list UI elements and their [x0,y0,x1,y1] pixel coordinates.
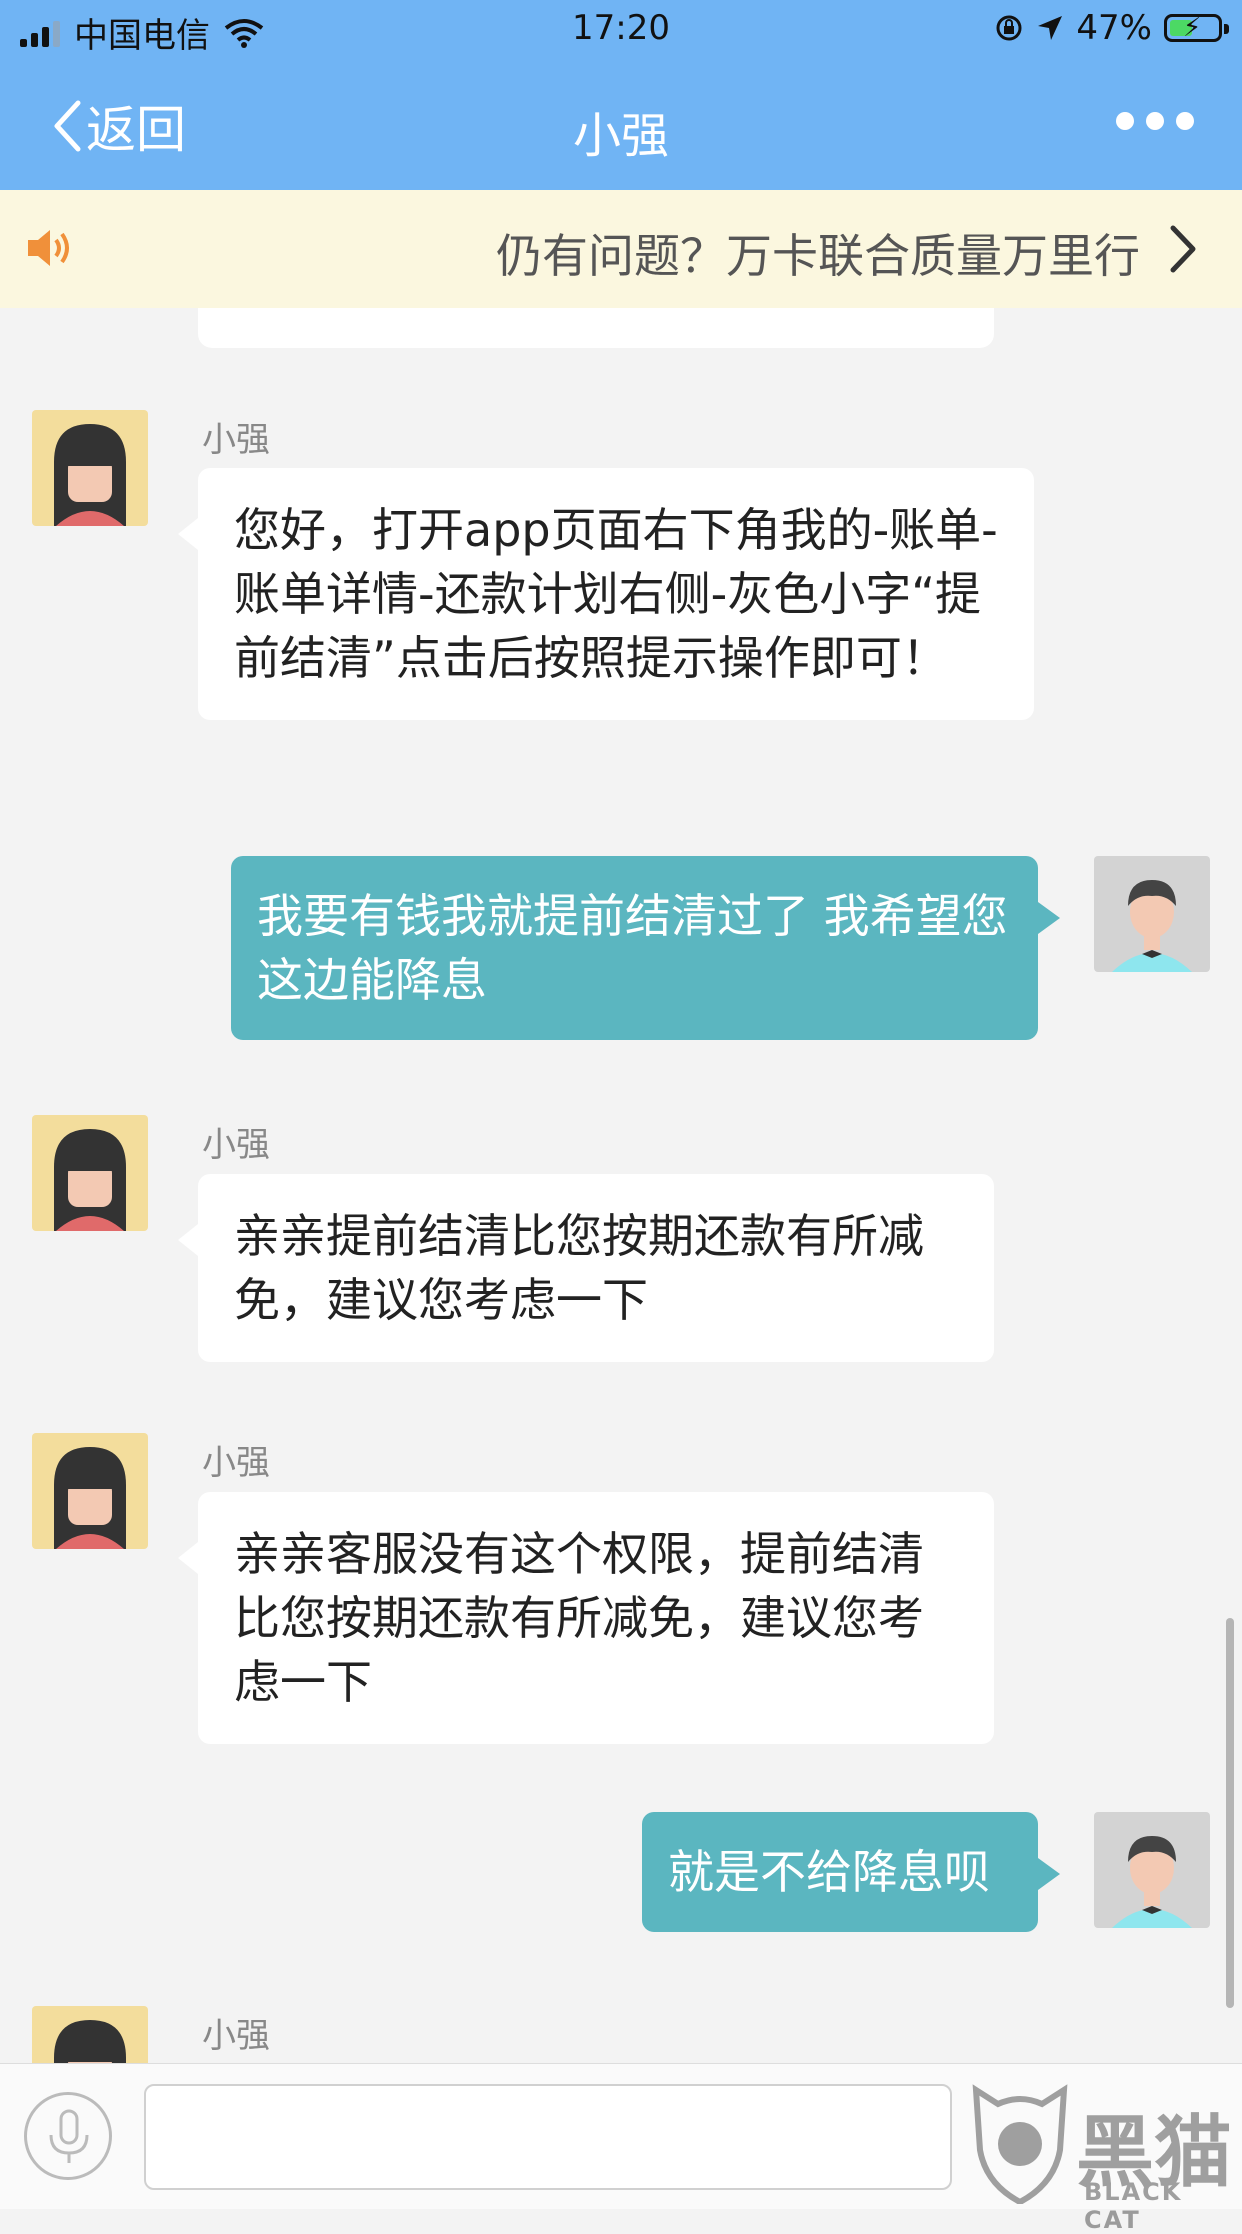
rotation-lock-icon [996,15,1022,41]
outgoing-message-bubble[interactable]: 我要有钱我就提前结清过了 我希望您这边能降息 [231,856,1060,1040]
cat-shield-icon [972,2084,1068,2206]
watermark-logo: 黑猫 BLACK CAT [968,2080,1242,2234]
watermark-en: BLACK CAT [1084,2178,1183,2234]
girl-avatar-icon [54,1129,126,1231]
sender-name: 小强 [202,420,270,460]
notice-text: 仍有问题？万卡联合质量万里行 [496,229,1140,283]
previous-message-bubble [198,308,994,348]
scrollbar[interactable] [1226,1618,1234,2008]
microphone-icon [49,2109,89,2163]
sender-name: 小强 [202,2016,270,2056]
user-avatar[interactable] [1094,1812,1210,1928]
more-button[interactable] [1116,112,1194,130]
agent-avatar[interactable] [32,1115,148,1231]
chevron-right-icon [1170,225,1196,273]
agent-avatar[interactable] [32,1433,148,1549]
agent-avatar[interactable] [32,2006,148,2063]
outgoing-message-bubble[interactable]: 就是不给降息呗 [642,1812,1060,1932]
boy-avatar-icon [1112,1836,1192,1928]
agent-avatar[interactable] [32,410,148,526]
girl-avatar-icon [54,1447,126,1549]
chat-list[interactable]: 小强 您好，打开app页面右下角我的-账单-账单详情-还款计划右侧-灰色小字“提… [0,308,1242,2063]
incoming-message-bubble[interactable]: 亲亲提前结清比您按期还款有所减免，建议您考虑一下 [178,1174,994,1362]
nav-bar: 返回 小强 [0,60,1242,190]
boy-avatar-icon [1112,880,1192,972]
battery-icon: ⚡ [1164,13,1229,43]
voice-button[interactable] [24,2092,112,2180]
girl-avatar-icon [54,424,126,526]
incoming-message-bubble[interactable]: 您好，打开app页面右下角我的-账单-账单详情-还款计划右侧-灰色小字“提前结清… [178,468,1034,720]
sender-name: 小强 [202,1125,270,1165]
message-input[interactable] [144,2084,952,2190]
battery-percent: 47% [1076,8,1152,48]
status-bar: 中国电信 17:20 47% ⚡ [0,0,1242,60]
speaker-icon [28,230,69,266]
incoming-message-bubble[interactable]: 亲亲客服没有这个权限，提前结清比您按期还款有所减免，建议您考虑一下 [178,1492,994,1744]
sender-name: 小强 [202,1443,270,1483]
notice-banner[interactable]: 仍有问题？万卡联合质量万里行 [0,190,1242,308]
location-icon [1038,16,1063,40]
girl-avatar-icon [54,2020,126,2063]
user-avatar[interactable] [1094,856,1210,972]
chat-title: 小强 [572,108,669,164]
